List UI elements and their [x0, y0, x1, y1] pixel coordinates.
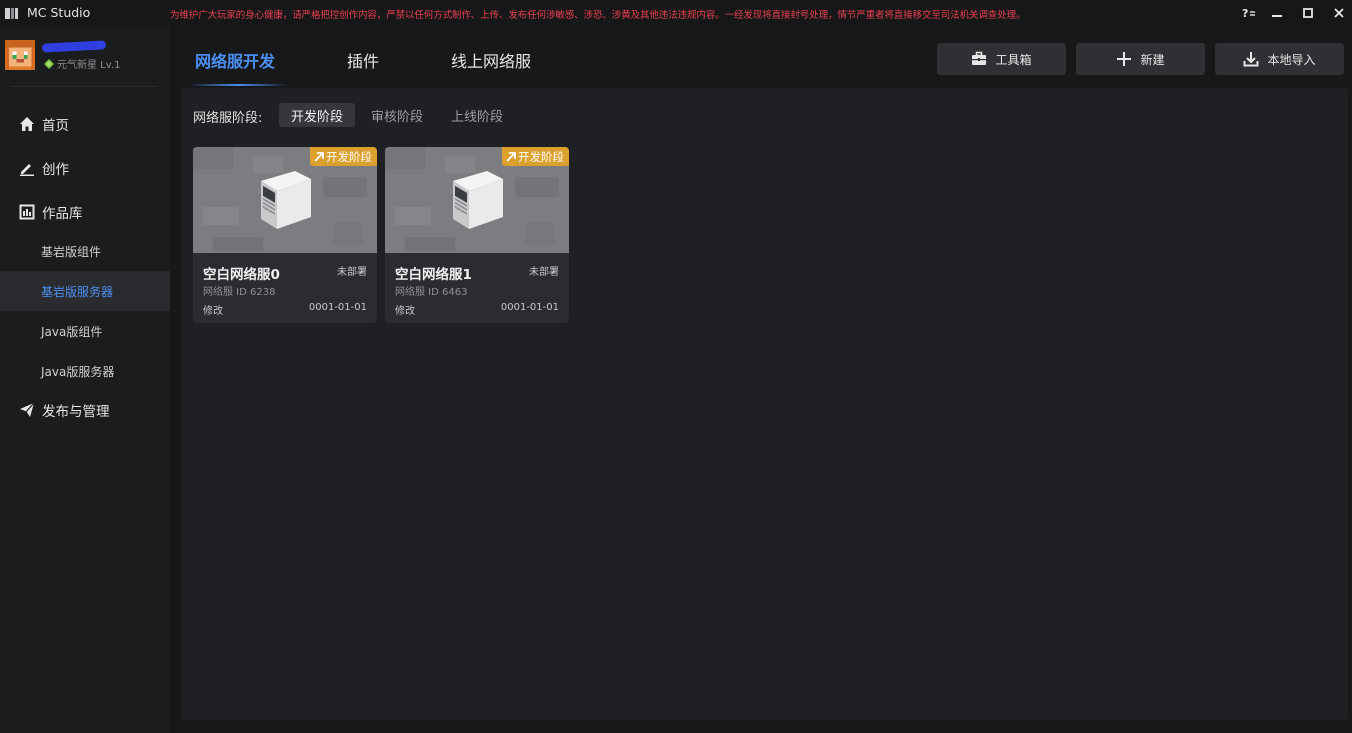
level-gem-icon	[44, 58, 54, 69]
sidebar-subitem-java-component[interactable]: Java版组件	[0, 311, 170, 351]
sidebar-divider	[10, 86, 158, 87]
top-bar: 网络服开发 插件 线上网络服 工具箱 新建 本地导入	[170, 26, 1352, 88]
sidebar-item-publish[interactable]: 发布与管理	[0, 390, 170, 430]
stage-filter-label: 网络服阶段:	[193, 111, 263, 126]
card-server-id: 网络服 ID 6463	[395, 287, 468, 298]
sidebar-subitem-bedrock-component[interactable]: 基岩版组件	[0, 231, 170, 271]
card-thumbnail: 开发阶段	[385, 147, 569, 253]
sidebar-subitem-label: 基岩版服务器	[41, 284, 114, 299]
help-icon: ?	[1242, 7, 1255, 20]
download-icon	[1243, 52, 1259, 67]
new-label: 新建	[1140, 52, 1165, 67]
card-modified-label: 修改	[395, 306, 415, 317]
server-icon	[453, 171, 503, 229]
card-title: 空白网络服1	[395, 267, 472, 283]
stage-badge: 开发阶段	[502, 147, 569, 166]
help-glyph: ?	[1242, 7, 1248, 19]
sidebar-item-create[interactable]: 创作	[0, 148, 170, 188]
close-button[interactable]	[1328, 3, 1350, 23]
sidebar: 元气新星 Lv.1 首页 创作 作品库 基岩版组件 基岩版服务器 Java版组件…	[0, 26, 170, 733]
card-thumbnail: 开发阶段	[193, 147, 377, 253]
local-import-label: 本地导入	[1267, 52, 1316, 67]
card-status: 未部署	[337, 267, 367, 278]
card-server-id: 网络服 ID 6238	[203, 287, 276, 298]
sidebar-subitem-label: Java版组件	[41, 324, 103, 339]
tab-online-servers[interactable]: 线上网络服	[451, 48, 531, 72]
sidebar-subitem-bedrock-server[interactable]: 基岩版服务器	[0, 271, 170, 311]
card-modified-date: 0001-01-01	[308, 302, 367, 313]
maximize-button[interactable]	[1297, 3, 1319, 23]
avatar[interactable]	[5, 40, 35, 70]
sidebar-subitem-label: Java版服务器	[41, 364, 115, 379]
server-icon	[261, 171, 311, 229]
content-notice: 为维护广大玩家的身心健康，请严格把控创作内容，严禁以任何方式制作、上传、发布任何…	[170, 10, 1026, 21]
tab-plugins[interactable]: 插件	[347, 48, 379, 72]
toolbox-button[interactable]: 工具箱	[937, 43, 1066, 75]
plus-icon	[1117, 52, 1132, 66]
help-button[interactable]: ?	[1238, 3, 1260, 23]
main-panel: 网络服阶段: 开发阶段 审核阶段 上线阶段 开发阶段 空白网络服0 未部署 网络…	[181, 88, 1348, 720]
sidebar-item-home[interactable]: 首页	[0, 104, 170, 144]
close-icon	[1334, 8, 1344, 18]
tab-network-server-dev[interactable]: 网络服开发	[195, 48, 275, 72]
active-tab-indicator	[188, 84, 288, 86]
toolbox-label: 工具箱	[995, 52, 1032, 67]
app-title: MC Studio	[27, 5, 91, 20]
server-card[interactable]: 开发阶段 空白网络服0 未部署 网络服 ID 6238 修改 0001-01-0…	[193, 147, 377, 323]
stage-badge-text: 开发阶段	[326, 149, 372, 164]
sidebar-item-library[interactable]: 作品库	[0, 192, 170, 232]
new-button[interactable]: 新建	[1076, 43, 1205, 75]
stage-badge-text: 开发阶段	[518, 149, 564, 164]
pencil-icon	[20, 164, 34, 176]
user-level-text: 元气新星 Lv.1	[57, 60, 121, 71]
toolbox-icon	[972, 51, 987, 65]
card-status: 未部署	[529, 267, 559, 278]
send-icon	[20, 402, 35, 417]
minimize-icon	[1272, 15, 1282, 17]
sidebar-item-label: 发布与管理	[42, 404, 110, 420]
stage-review-chip[interactable]: 审核阶段	[359, 103, 435, 127]
card-modified-label: 修改	[203, 306, 223, 317]
arrow-up-right-icon	[314, 151, 324, 162]
stage-dev-chip[interactable]: 开发阶段	[279, 103, 356, 127]
local-import-button[interactable]: 本地导入	[1215, 43, 1344, 75]
maximize-icon	[1303, 8, 1313, 18]
stage-badge: 开发阶段	[310, 147, 377, 166]
server-card[interactable]: 开发阶段 空白网络服1 未部署 网络服 ID 6463 修改 0001-01-0…	[385, 147, 569, 323]
sidebar-subitem-label: 基岩版组件	[41, 244, 102, 259]
username-redacted	[41, 40, 107, 53]
library-icon	[19, 204, 35, 220]
sidebar-item-label: 作品库	[42, 206, 83, 222]
app-logo-icon	[5, 8, 18, 19]
stage-online-chip[interactable]: 上线阶段	[439, 103, 515, 127]
home-icon	[20, 117, 34, 131]
minimize-button[interactable]	[1266, 3, 1288, 23]
user-level: 元气新星 Lv.1	[44, 56, 120, 71]
sidebar-subitem-java-server[interactable]: Java版服务器	[0, 351, 170, 391]
sidebar-item-label: 首页	[42, 118, 69, 134]
card-title: 空白网络服0	[203, 267, 280, 283]
card-modified-date: 0001-01-01	[500, 302, 559, 313]
title-bar: MC Studio 为维护广大玩家的身心健康，请严格把控创作内容，严禁以任何方式…	[0, 0, 1352, 26]
arrow-up-right-icon	[506, 151, 516, 162]
sidebar-item-label: 创作	[42, 162, 69, 178]
